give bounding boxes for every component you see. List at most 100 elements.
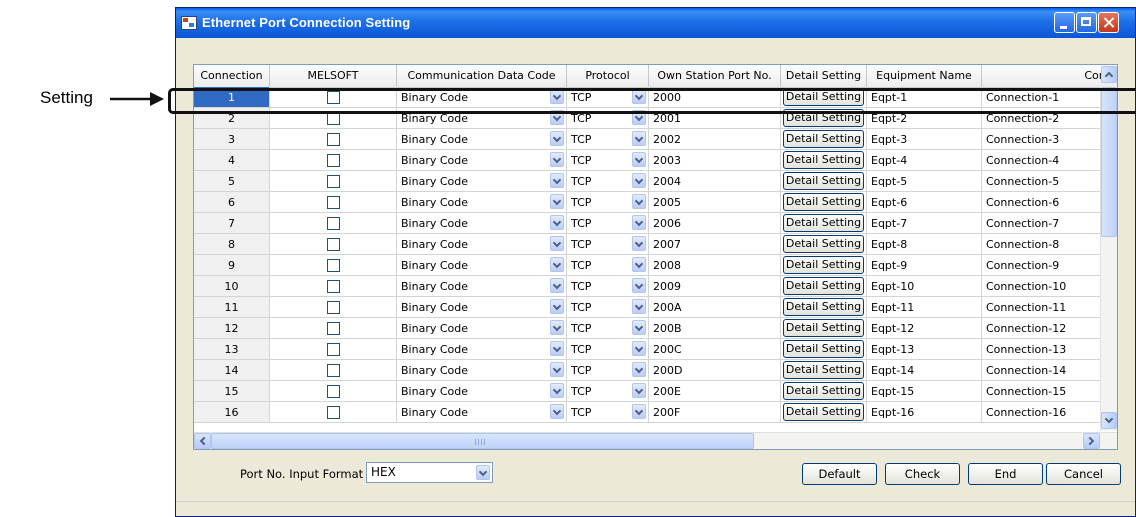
maximize-button[interactable] bbox=[1076, 12, 1097, 33]
comment-cell[interactable]: Connection-12 bbox=[982, 318, 1117, 339]
connection-number-cell[interactable]: 7 bbox=[194, 213, 270, 234]
table-row[interactable]: 1 Binary Code TCP 2000 Detail Setting Eqpt-1 C… bbox=[194, 87, 1117, 108]
chevron-down-icon[interactable] bbox=[632, 131, 646, 146]
data-code-combo[interactable]: Binary Code bbox=[397, 192, 567, 213]
protocol-combo[interactable]: TCP bbox=[567, 171, 649, 192]
comment-cell[interactable]: Connection-15 bbox=[982, 381, 1117, 402]
chevron-down-icon[interactable] bbox=[550, 320, 564, 335]
melsoft-checkbox[interactable] bbox=[326, 112, 340, 125]
detail-setting-button[interactable]: Detail Setting bbox=[783, 277, 864, 295]
protocol-combo[interactable]: TCP bbox=[567, 297, 649, 318]
detail-setting-button[interactable]: Detail Setting bbox=[783, 235, 864, 253]
horizontal-scrollbar[interactable] bbox=[194, 432, 1117, 449]
port-number-cell[interactable]: 200E bbox=[649, 381, 781, 402]
connection-number-cell[interactable]: 11 bbox=[194, 297, 270, 318]
detail-setting-button[interactable]: Detail Setting bbox=[783, 214, 864, 232]
protocol-combo[interactable]: TCP bbox=[567, 276, 649, 297]
chevron-down-icon[interactable] bbox=[632, 236, 646, 251]
table-row[interactable]: 14 Binary Code TCP 200D Detail Setting Eqpt-1… bbox=[194, 360, 1117, 381]
equipment-name-cell[interactable]: Eqpt-11 bbox=[867, 297, 982, 318]
melsoft-checkbox[interactable] bbox=[326, 322, 340, 335]
table-row[interactable]: 16 Binary Code TCP 200F Detail Setting Eqpt-1… bbox=[194, 402, 1117, 423]
connection-number-cell[interactable]: 2 bbox=[194, 108, 270, 129]
connection-number-cell[interactable]: 16 bbox=[194, 402, 270, 423]
protocol-combo[interactable]: TCP bbox=[567, 87, 649, 108]
chevron-down-icon[interactable] bbox=[550, 194, 564, 209]
port-number-cell[interactable]: 200B bbox=[649, 318, 781, 339]
detail-setting-button[interactable]: Detail Setting bbox=[783, 109, 864, 127]
equipment-name-cell[interactable]: Eqpt-5 bbox=[867, 171, 982, 192]
chevron-down-icon[interactable] bbox=[632, 215, 646, 230]
data-code-combo[interactable]: Binary Code bbox=[397, 276, 567, 297]
minimize-button[interactable] bbox=[1054, 12, 1075, 33]
detail-setting-button[interactable]: Detail Setting bbox=[783, 298, 864, 316]
melsoft-checkbox[interactable] bbox=[326, 280, 340, 293]
connection-number-cell[interactable]: 14 bbox=[194, 360, 270, 381]
protocol-combo[interactable]: TCP bbox=[567, 402, 649, 423]
protocol-combo[interactable]: TCP bbox=[567, 360, 649, 381]
protocol-combo[interactable]: TCP bbox=[567, 213, 649, 234]
equipment-name-cell[interactable]: Eqpt-15 bbox=[867, 381, 982, 402]
data-code-combo[interactable]: Binary Code bbox=[397, 318, 567, 339]
detail-setting-button[interactable]: Detail Setting bbox=[783, 340, 864, 358]
melsoft-checkbox[interactable] bbox=[326, 301, 340, 314]
data-code-combo[interactable]: Binary Code bbox=[397, 297, 567, 318]
protocol-combo[interactable]: TCP bbox=[567, 129, 649, 150]
comment-cell[interactable]: Connection-9 bbox=[982, 255, 1117, 276]
protocol-combo[interactable]: TCP bbox=[567, 192, 649, 213]
data-code-combo[interactable]: Binary Code bbox=[397, 360, 567, 381]
chevron-down-icon[interactable] bbox=[476, 465, 490, 480]
port-number-cell[interactable]: 2002 bbox=[649, 129, 781, 150]
port-number-cell[interactable]: 2008 bbox=[649, 255, 781, 276]
equipment-name-cell[interactable]: Eqpt-16 bbox=[867, 402, 982, 423]
chevron-down-icon[interactable] bbox=[632, 320, 646, 335]
port-number-cell[interactable]: 2006 bbox=[649, 213, 781, 234]
comment-cell[interactable]: Connection-6 bbox=[982, 192, 1117, 213]
comment-cell[interactable]: Connection-13 bbox=[982, 339, 1117, 360]
equipment-name-cell[interactable]: Eqpt-6 bbox=[867, 192, 982, 213]
port-number-cell[interactable]: 2003 bbox=[649, 150, 781, 171]
data-code-combo[interactable]: Binary Code bbox=[397, 402, 567, 423]
melsoft-checkbox[interactable] bbox=[326, 343, 340, 356]
protocol-combo[interactable]: TCP bbox=[567, 381, 649, 402]
horizontal-scroll-thumb[interactable] bbox=[211, 433, 754, 449]
column-header-comment[interactable]: Comr bbox=[982, 65, 1117, 87]
data-code-combo[interactable]: Binary Code bbox=[397, 171, 567, 192]
port-format-select[interactable]: HEX bbox=[366, 462, 493, 483]
connection-number-cell[interactable]: 6 bbox=[194, 192, 270, 213]
vertical-scroll-thumb[interactable] bbox=[1101, 87, 1117, 237]
end-button[interactable]: End bbox=[968, 463, 1043, 485]
melsoft-checkbox[interactable] bbox=[326, 238, 340, 251]
chevron-down-icon[interactable] bbox=[550, 257, 564, 272]
check-button[interactable]: Check bbox=[885, 463, 960, 485]
comment-cell[interactable]: Connection-14 bbox=[982, 360, 1117, 381]
detail-setting-button[interactable]: Detail Setting bbox=[783, 151, 864, 169]
chevron-down-icon[interactable] bbox=[632, 278, 646, 293]
data-code-combo[interactable]: Binary Code bbox=[397, 87, 567, 108]
port-number-cell[interactable]: 200F bbox=[649, 402, 781, 423]
port-number-cell[interactable]: 2000 bbox=[649, 87, 781, 108]
protocol-combo[interactable]: TCP bbox=[567, 234, 649, 255]
equipment-name-cell[interactable]: Eqpt-14 bbox=[867, 360, 982, 381]
connection-number-cell[interactable]: 3 bbox=[194, 129, 270, 150]
comment-cell[interactable]: Connection-1 bbox=[982, 87, 1117, 108]
comment-cell[interactable]: Connection-11 bbox=[982, 297, 1117, 318]
port-number-cell[interactable]: 200A bbox=[649, 297, 781, 318]
port-number-cell[interactable]: 2005 bbox=[649, 192, 781, 213]
default-button[interactable]: Default bbox=[802, 463, 877, 485]
table-row[interactable]: 13 Binary Code TCP 200C Detail Setting Eqpt-1… bbox=[194, 339, 1117, 360]
table-row[interactable]: 8 Binary Code TCP 2007 Detail Setting Eqpt-8 C… bbox=[194, 234, 1117, 255]
chevron-down-icon[interactable] bbox=[632, 257, 646, 272]
connection-number-cell[interactable]: 4 bbox=[194, 150, 270, 171]
chevron-down-icon[interactable] bbox=[632, 110, 646, 125]
chevron-down-icon[interactable] bbox=[550, 152, 564, 167]
column-header-port-no[interactable]: Own Station Port No. bbox=[649, 65, 781, 87]
chevron-down-icon[interactable] bbox=[550, 278, 564, 293]
table-row[interactable]: 9 Binary Code TCP 2008 Detail Setting Eqpt-9 C… bbox=[194, 255, 1117, 276]
melsoft-checkbox[interactable] bbox=[326, 385, 340, 398]
chevron-down-icon[interactable] bbox=[632, 341, 646, 356]
cancel-button[interactable]: Cancel bbox=[1046, 463, 1121, 485]
scroll-right-icon[interactable] bbox=[1083, 433, 1100, 449]
melsoft-checkbox[interactable] bbox=[326, 175, 340, 188]
connection-number-cell[interactable]: 9 bbox=[194, 255, 270, 276]
